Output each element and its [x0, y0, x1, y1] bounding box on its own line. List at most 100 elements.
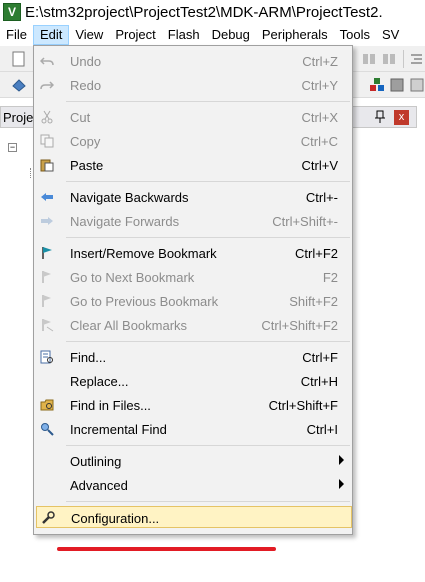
menu-item-label: Advanced — [70, 478, 128, 493]
menu-separator — [66, 101, 350, 102]
pack-installer-icon[interactable] — [388, 76, 406, 94]
menu-view[interactable]: View — [69, 25, 109, 45]
menu-item-label: Outlining — [70, 454, 122, 469]
menu-bar: File Edit View Project Flash Debug Perip… — [0, 24, 425, 46]
menu-item-replace[interactable]: Replace... Ctrl+H — [36, 370, 352, 392]
arrow-right-icon — [39, 213, 55, 229]
menu-separator — [66, 237, 350, 238]
menu-item-go-to-previous-bookmark[interactable]: Go to Previous Bookmark Shift+F2 — [36, 290, 352, 312]
menu-item-configuration[interactable]: Configuration... — [36, 506, 352, 528]
menu-item-incremental-find[interactable]: Incremental Find Ctrl+I — [36, 418, 352, 440]
menu-item-outlining[interactable]: Outlining — [36, 450, 352, 472]
submenu-arrow-icon — [339, 479, 344, 489]
find-toolbar-icon[interactable] — [360, 50, 378, 68]
menu-item-shortcut: Ctrl+Shift+F2 — [261, 318, 338, 333]
menu-item-paste[interactable]: Paste Ctrl+V — [36, 154, 352, 176]
toolbar-separator — [403, 50, 404, 68]
menu-item-clear-all-bookmarks[interactable]: Clear All Bookmarks Ctrl+Shift+F2 — [36, 314, 352, 336]
project-panel-title: Proje — [3, 110, 34, 125]
menu-item-shortcut: Ctrl+Z — [302, 54, 338, 69]
menu-item-label: Replace... — [70, 374, 129, 389]
window-title: E:\stm32project\ProjectTest2\MDK-ARM\Pro… — [25, 3, 383, 21]
title-bar: V E:\stm32project\ProjectTest2\MDK-ARM\P… — [0, 0, 425, 24]
menu-item-cut[interactable]: Cut Ctrl+X — [36, 106, 352, 128]
menu-flash[interactable]: Flash — [162, 25, 206, 45]
menu-separator — [66, 181, 350, 182]
menu-item-label: Insert/Remove Bookmark — [70, 246, 217, 261]
menu-svcs[interactable]: SV — [376, 25, 405, 45]
menu-item-label: Incremental Find — [70, 422, 167, 437]
menu-item-find[interactable]: Find... Ctrl+F — [36, 346, 352, 368]
tree-connector — [30, 168, 31, 178]
menu-item-label: Go to Previous Bookmark — [70, 294, 219, 309]
translate-icon[interactable] — [10, 76, 28, 94]
indent-icon[interactable] — [407, 50, 425, 68]
close-icon[interactable]: x — [394, 110, 409, 125]
find-in-files-icon — [39, 397, 55, 413]
menu-separator — [66, 501, 350, 502]
menu-item-shortcut: Ctrl+V — [301, 158, 338, 173]
menu-file[interactable]: File — [0, 25, 33, 45]
menu-project[interactable]: Project — [109, 25, 161, 45]
manage-components-icon[interactable] — [368, 76, 386, 94]
menu-debug[interactable]: Debug — [206, 25, 256, 45]
menu-item-shortcut: Ctrl+C — [300, 134, 338, 149]
menu-edit[interactable]: Edit — [32, 25, 70, 45]
menu-item-shortcut: Ctrl+Shift+- — [272, 214, 338, 229]
menu-item-label: Navigate Backwards — [70, 190, 189, 205]
find-next-toolbar-icon[interactable] — [380, 50, 398, 68]
menu-item-label: Redo — [70, 78, 102, 93]
options-icon[interactable] — [408, 76, 425, 94]
menu-separator — [66, 445, 350, 446]
menu-item-label: Copy — [70, 134, 101, 149]
menu-item-shortcut: Ctrl+Shift+F — [268, 398, 338, 413]
menu-item-shortcut: Ctrl+Y — [301, 78, 338, 93]
new-file-icon[interactable] — [10, 50, 28, 68]
next-bookmark-icon — [39, 269, 55, 285]
tree-collapse-icon[interactable]: − — [8, 143, 17, 152]
menu-item-undo[interactable]: Undo Ctrl+Z — [36, 50, 352, 72]
find-icon — [39, 349, 55, 365]
menu-item-label: Go to Next Bookmark — [70, 270, 195, 285]
bookmark-flag-icon — [39, 245, 55, 261]
menu-item-label: Navigate Forwards — [70, 214, 180, 229]
pin-icon[interactable] — [374, 110, 386, 127]
annotation-underline — [57, 547, 276, 551]
undo-icon — [39, 53, 55, 69]
menu-item-insert-remove-bookmark[interactable]: Insert/Remove Bookmark Ctrl+F2 — [36, 242, 352, 264]
menu-tools[interactable]: Tools — [334, 25, 376, 45]
menu-item-label: Paste — [70, 158, 104, 173]
menu-item-go-to-next-bookmark[interactable]: Go to Next Bookmark F2 — [36, 266, 352, 288]
menu-item-find-in-files[interactable]: Find in Files... Ctrl+Shift+F — [36, 394, 352, 416]
menu-item-shortcut: Ctrl+F2 — [295, 246, 338, 261]
menu-item-copy[interactable]: Copy Ctrl+C — [36, 130, 352, 152]
menu-item-label: Clear All Bookmarks — [70, 318, 188, 333]
paste-icon — [39, 157, 55, 173]
menu-item-label: Cut — [70, 110, 91, 125]
menu-item-navigate-backwards[interactable]: Navigate Backwards Ctrl+- — [36, 186, 352, 208]
menu-item-redo[interactable]: Redo Ctrl+Y — [36, 74, 352, 96]
incremental-find-icon — [39, 421, 55, 437]
menu-item-shortcut: Ctrl+I — [306, 422, 338, 437]
menu-item-advanced[interactable]: Advanced — [36, 474, 352, 496]
menu-item-shortcut: F2 — [322, 270, 338, 285]
keil-app-icon: V — [3, 3, 21, 21]
menu-separator — [66, 341, 350, 342]
menu-item-shortcut: Shift+F2 — [289, 294, 338, 309]
menu-item-label: Configuration... — [71, 511, 160, 526]
arrow-left-icon — [39, 189, 55, 205]
menu-item-label: Find in Files... — [70, 398, 151, 413]
menu-item-shortcut: Ctrl+H — [300, 374, 338, 389]
submenu-arrow-icon — [339, 455, 344, 465]
menu-item-shortcut: Ctrl+F — [302, 350, 338, 365]
menu-item-navigate-forwards[interactable]: Navigate Forwards Ctrl+Shift+- — [36, 210, 352, 232]
scissors-icon — [39, 109, 55, 125]
menu-item-label: Undo — [70, 54, 102, 69]
previous-bookmark-icon — [39, 293, 55, 309]
menu-item-shortcut: Ctrl+X — [301, 110, 338, 125]
menu-peripherals[interactable]: Peripherals — [256, 25, 334, 45]
copy-icon — [39, 133, 55, 149]
redo-icon — [39, 77, 55, 93]
wrench-icon — [40, 510, 56, 526]
clear-bookmarks-icon — [39, 317, 55, 333]
